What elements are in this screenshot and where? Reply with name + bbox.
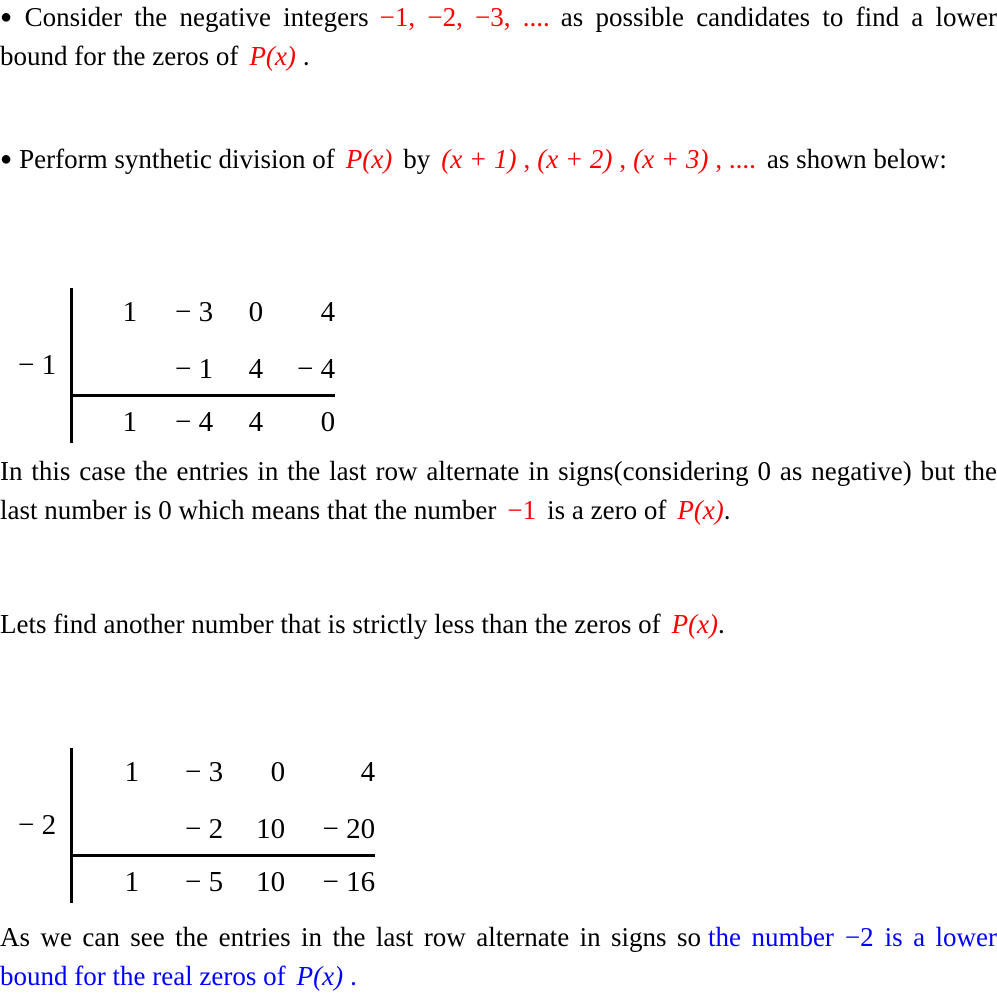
explanation-paragraph-2: Lets find another number that is strictl… <box>0 605 997 644</box>
sd1-multiply-cell-0 <box>73 372 137 378</box>
sd1-multiply-cell-1: − 1 <box>175 353 214 385</box>
sd2-multiply-row: − 2 10 − 20 <box>73 793 375 850</box>
paragraph-1-red-value: −1 <box>507 495 537 525</box>
paragraph-2-part-1: Lets find another number that is strictl… <box>0 609 661 639</box>
bullet-2-comma-2: , <box>619 144 627 174</box>
sd1-result-cell-0: 1 <box>122 406 138 438</box>
sd2-body: 1 − 3 0 4 − 2 10 − 20 1 − 5 10 − 16 <box>70 748 376 903</box>
bullet-2-comma-1: , <box>523 144 531 174</box>
synthetic-division-table-2: − 2 1 − 3 0 4 − 2 10 − 20 1 − 5 10 − 16 <box>18 748 376 903</box>
bullet-2-factor-1: (x + 1) <box>441 144 517 174</box>
paragraph-3-blue-polynomial: P(x) <box>296 961 344 991</box>
bullet-2-text-middle: by <box>403 144 431 174</box>
sd2-dividend-row: 1 − 3 0 4 <box>73 748 376 793</box>
sd1-multiply-row: − 1 4 − 4 <box>73 333 335 390</box>
sd1-horizontal-rule <box>73 394 336 397</box>
sd1-dividend-cell-0: 1 <box>122 296 138 328</box>
sd2-result-cell-1: − 5 <box>185 866 224 898</box>
bullet-item-2: ● Perform synthetic division of P(x) by (x +… <box>0 140 997 179</box>
bullet-1-text-before: Consider the negative integers <box>24 2 369 32</box>
bullet-2-factor-3: (x + 3) <box>633 144 709 174</box>
sd2-dividend-cell-0: 1 <box>124 756 140 788</box>
bullet-2-factor-2: (x + 2) <box>537 144 613 174</box>
sd2-dividend-cell-2: 0 <box>270 756 286 788</box>
paragraph-3-blue-part-1: the number <box>708 922 834 952</box>
sd1-dividend-cell-2: 0 <box>248 296 264 328</box>
bullet-1-red-polynomial: P(x) <box>249 41 296 72</box>
sd2-horizontal-rule <box>73 854 376 857</box>
synthetic-division-table-1: − 1 1 − 3 0 4 − 1 4 − 4 1 − 4 4 0 <box>18 288 336 443</box>
bullet-1-period: . <box>302 41 310 72</box>
sd2-result-cell-3: − 16 <box>322 866 376 898</box>
sd1-dividend-cell-3: 4 <box>320 296 336 328</box>
bullet-marker-2: ● <box>0 148 13 171</box>
bullet-2-text-after: as shown below: <box>766 144 947 174</box>
sd2-dividend-cell-1: − 3 <box>185 756 224 788</box>
sd1-result-row: 1 − 4 4 0 <box>73 400 336 443</box>
sd1-dividend-row: 1 − 3 0 4 <box>73 288 336 333</box>
sd2-result-cell-2: 10 <box>256 866 286 898</box>
sd1-multiply-cell-3: − 4 <box>297 353 336 385</box>
explanation-paragraph-1: In this case the entries in the last row… <box>0 452 997 530</box>
sd2-result-cell-0: 1 <box>124 866 140 898</box>
bullet-1-red-sequence: −1, −2, −3, .... <box>379 2 550 32</box>
bullet-item-1: ● Consider the negative integers −1, −2, −… <box>0 0 997 76</box>
paragraph-2-red-polynomial: P(x) <box>671 609 719 639</box>
paragraph-2-period: . <box>718 609 725 639</box>
paragraph-3-blue-value: −2 <box>844 922 874 952</box>
sd1-multiply-cell-2: 4 <box>248 353 264 385</box>
conclusion-paragraph: As we can see the entries in the last ro… <box>0 918 997 996</box>
bullet-marker-1: ● <box>0 6 18 29</box>
paragraph-3-period: . <box>350 961 357 991</box>
paragraph-1-period: . <box>723 495 731 525</box>
sd1-result-cell-1: − 4 <box>175 406 214 438</box>
paragraph-3-part-1: As we can see the entries in the last ro… <box>0 922 702 952</box>
sd2-multiply-cell-1: − 2 <box>185 813 224 845</box>
sd2-divisor: − 2 <box>18 809 57 841</box>
sd1-result-cell-2: 4 <box>248 406 264 438</box>
paragraph-1-part-2: is a zero of <box>547 495 667 525</box>
document-page: ● Consider the negative integers −1, −2, −… <box>0 0 997 991</box>
sd1-result-cell-3: 0 <box>320 406 336 438</box>
bullet-2-text-before: Perform synthetic division of <box>19 144 335 174</box>
paragraph-1-part-1: In this case the entries in the last row… <box>0 456 997 525</box>
sd1-divisor: − 1 <box>18 349 57 381</box>
sd2-multiply-cell-2: 10 <box>256 813 286 845</box>
sd2-multiply-cell-3: − 20 <box>322 813 376 845</box>
bullet-2-comma-ellipsis: , .... <box>715 144 756 174</box>
sd2-result-row: 1 − 5 10 − 16 <box>73 860 376 903</box>
sd2-multiply-cell-0 <box>73 832 139 838</box>
sd1-body: 1 − 3 0 4 − 1 4 − 4 1 − 4 4 0 <box>70 288 336 443</box>
paragraph-1-red-polynomial: P(x) <box>677 495 724 525</box>
sd2-dividend-cell-3: 4 <box>360 756 376 788</box>
bullet-2-red-polynomial: P(x) <box>345 144 393 174</box>
sd1-dividend-cell-1: − 3 <box>175 296 214 328</box>
